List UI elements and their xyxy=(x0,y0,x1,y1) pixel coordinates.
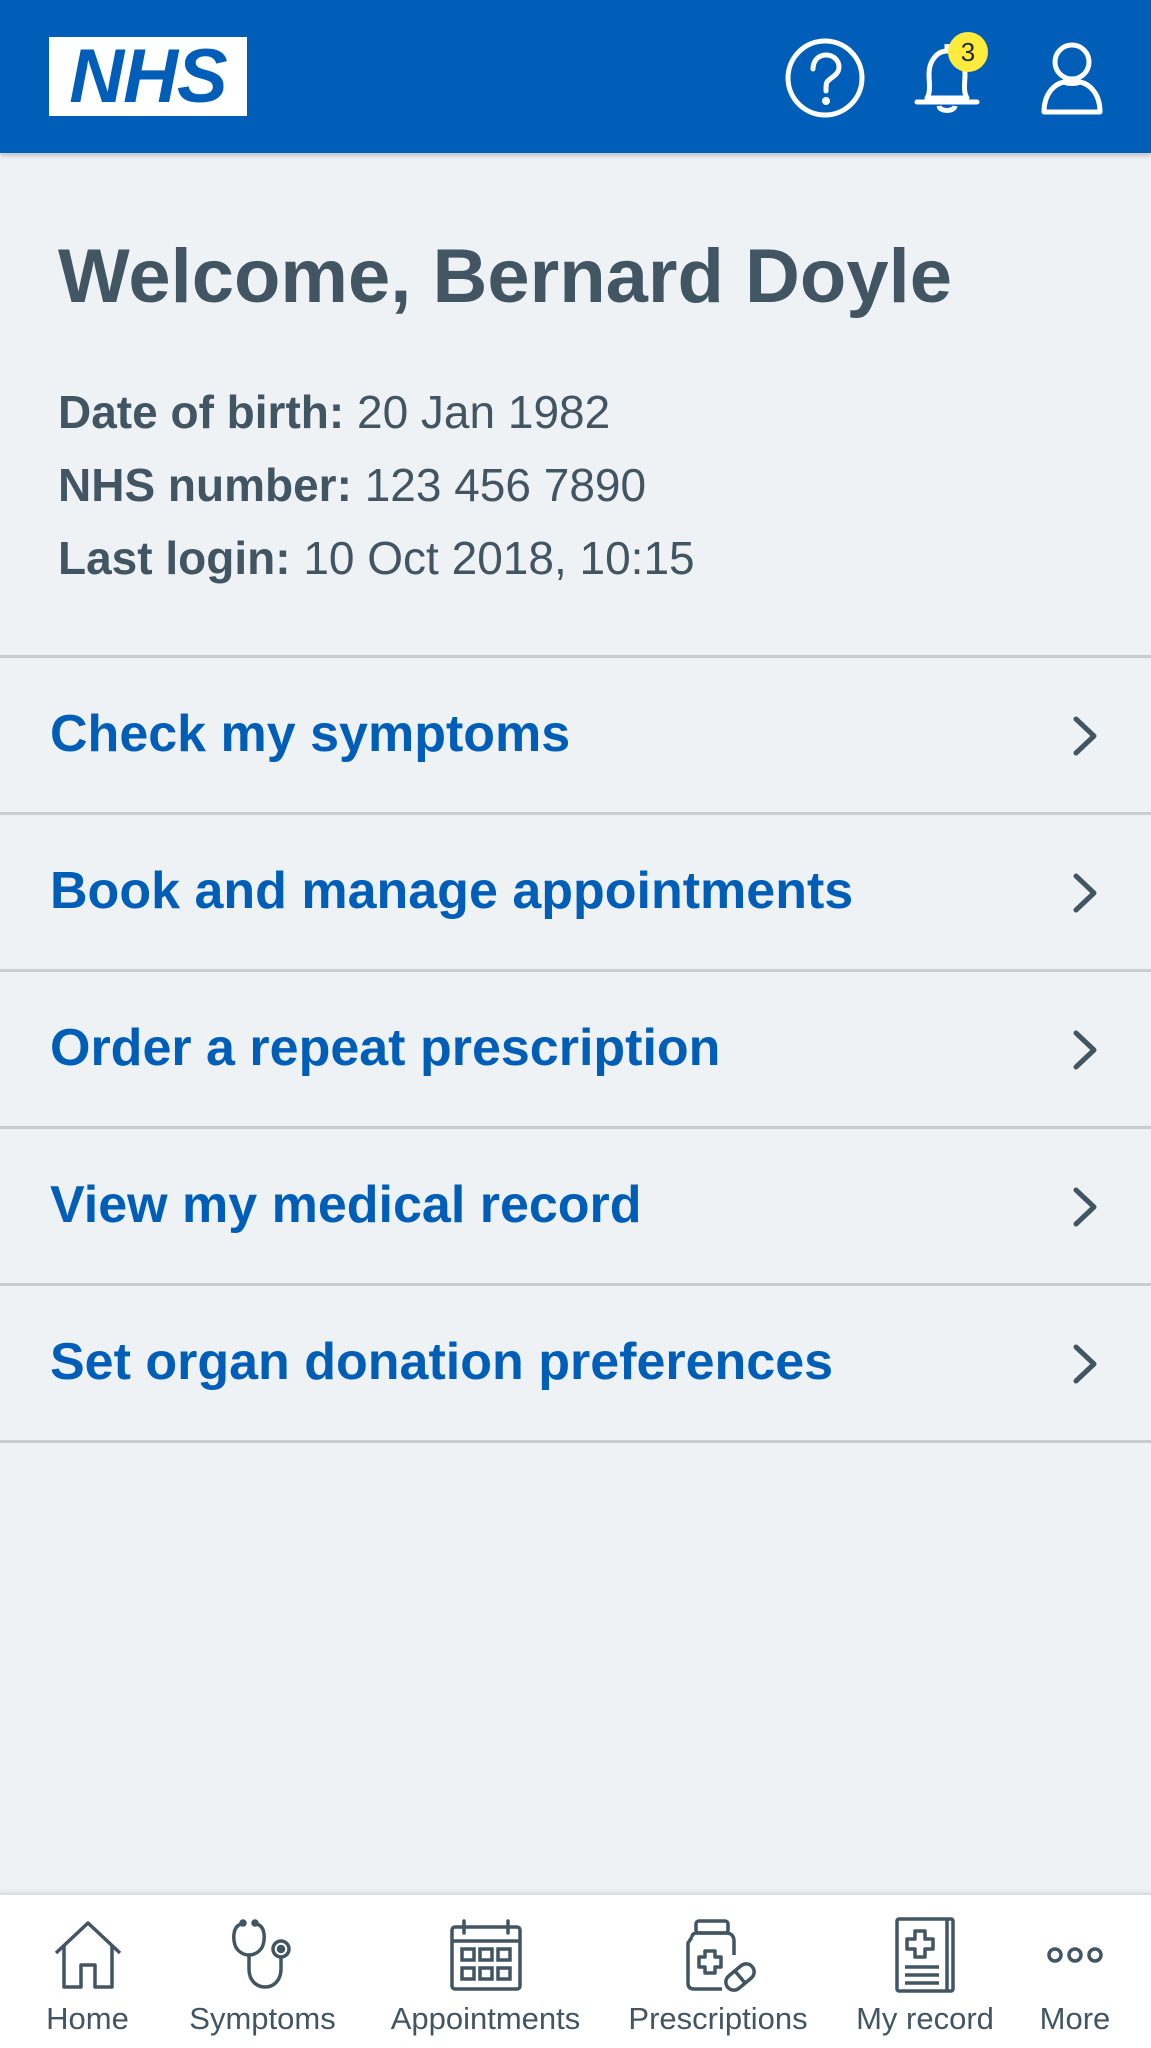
welcome-panel: Welcome, Bernard Doyle Date of birth: 20… xyxy=(0,153,1151,658)
tab-my-record[interactable]: My record xyxy=(845,1895,1005,2048)
welcome-title: Welcome, Bernard Doyle xyxy=(58,234,953,319)
menu-item-medical-record[interactable]: View my medical record xyxy=(0,1129,1151,1286)
menu-item-label: Book and manage appointments xyxy=(50,862,854,920)
nhs-logo[interactable]: NHS xyxy=(49,37,247,116)
dob-label: Date of birth: xyxy=(58,386,345,438)
tab-label: Appointments xyxy=(390,2001,581,2036)
dob-row: Date of birth: 20 Jan 1982 xyxy=(58,389,610,435)
nhs-number-value: 123 456 7890 xyxy=(364,459,647,511)
menu-item-label: Set organ donation preferences xyxy=(50,1333,834,1391)
logo-text: NHS xyxy=(69,33,227,119)
services-menu: Check my symptoms Book and manage appoin… xyxy=(0,658,1151,1443)
last-login-value: 10 Oct 2018, 10:15 xyxy=(303,532,695,584)
tab-more[interactable]: More xyxy=(1030,1895,1120,2048)
app-root: NHS 3 Welcome, Bernard Doyle Date of bir… xyxy=(0,0,1151,2048)
menu-item-check-symptoms[interactable]: Check my symptoms xyxy=(0,658,1151,815)
menu-item-organ-donation[interactable]: Set organ donation preferences xyxy=(0,1286,1151,1443)
tab-label: Prescriptions xyxy=(628,2001,808,2036)
nhs-number-label: NHS number: xyxy=(58,459,352,511)
chevron-right-icon xyxy=(1068,713,1102,759)
tab-label: My record xyxy=(856,2001,994,2036)
chevron-right-icon xyxy=(1068,1184,1102,1230)
tab-symptoms[interactable]: Symptoms xyxy=(180,1895,345,2048)
tab-label: Home xyxy=(46,2001,129,2036)
menu-item-appointments[interactable]: Book and manage appointments xyxy=(0,815,1151,972)
chevron-right-icon xyxy=(1068,1027,1102,1073)
user-icon[interactable] xyxy=(1030,36,1114,120)
bottom-tab-bar: Home Symptoms Appointments Prescriptions… xyxy=(0,1893,1151,2048)
tab-label: Symptoms xyxy=(189,2001,336,2036)
home-icon xyxy=(48,1915,128,1995)
tab-prescriptions[interactable]: Prescriptions xyxy=(618,1895,818,2048)
tab-appointments[interactable]: Appointments xyxy=(378,1895,593,2048)
dob-value: 20 Jan 1982 xyxy=(356,386,611,438)
help-icon[interactable] xyxy=(783,36,867,120)
record-icon xyxy=(885,1915,965,1995)
notification-badge: 3 xyxy=(948,32,988,72)
prescription-icon xyxy=(678,1915,758,1995)
chevron-right-icon xyxy=(1068,1341,1102,1387)
menu-item-label: Check my symptoms xyxy=(50,705,571,763)
menu-item-label: Order a repeat prescription xyxy=(50,1019,721,1077)
tab-label: More xyxy=(1039,2001,1111,2036)
chevron-right-icon xyxy=(1068,870,1102,916)
calendar-icon xyxy=(446,1915,526,1995)
app-header: NHS 3 xyxy=(0,0,1151,153)
more-icon xyxy=(1035,1915,1115,1995)
tab-home[interactable]: Home xyxy=(20,1895,155,2048)
menu-item-label: View my medical record xyxy=(50,1176,642,1234)
stethoscope-icon xyxy=(223,1915,303,1995)
last-login-label: Last login: xyxy=(58,532,291,584)
nhs-number-row: NHS number: 123 456 7890 xyxy=(58,462,646,508)
last-login-row: Last login: 10 Oct 2018, 10:15 xyxy=(58,535,695,581)
menu-item-repeat-prescription[interactable]: Order a repeat prescription xyxy=(0,972,1151,1129)
